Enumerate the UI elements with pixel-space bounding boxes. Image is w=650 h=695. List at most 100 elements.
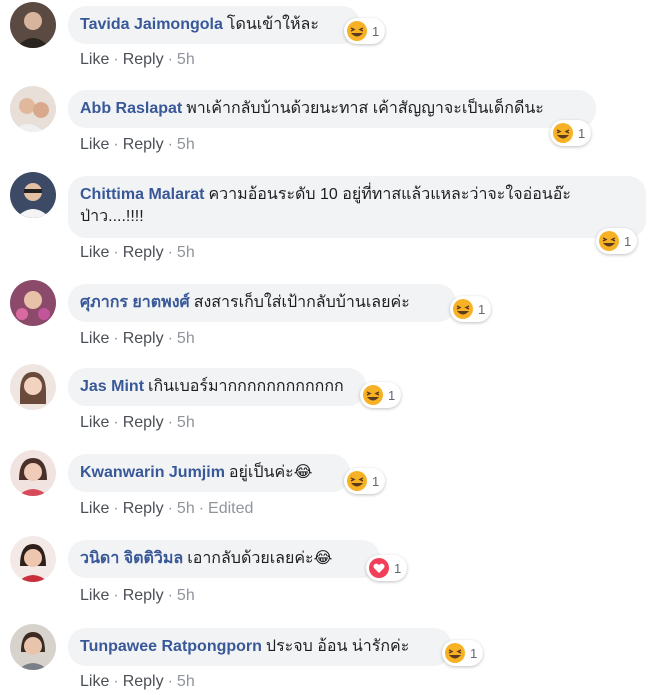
- separator-dot: ·: [167, 673, 173, 690]
- comment-text: เกินเบอร์มากกกกกกกกกกกก: [148, 378, 344, 395]
- reply-link[interactable]: Reply: [123, 500, 164, 517]
- separator-dot: ·: [113, 587, 119, 604]
- separator-dot: ·: [167, 51, 173, 68]
- reply-link[interactable]: Reply: [123, 414, 164, 431]
- comment-actions: Like · Reply · 5h: [80, 330, 195, 348]
- reaction-count: 1: [478, 301, 486, 317]
- like-link[interactable]: Like: [80, 500, 109, 517]
- comment-actions: Like · Reply · 5h: [80, 51, 195, 69]
- reaction-badge[interactable]: 1: [450, 296, 492, 322]
- avatar[interactable]: [10, 536, 56, 582]
- comment-bubble: ศุภากร ยาตพงศ์ สงสารเก็บใส่เป้ากลับบ้านเล…: [68, 284, 456, 322]
- comment-bubble: Tavida Jaimongola โดนเข้าให้ละ: [68, 6, 360, 44]
- like-link[interactable]: Like: [80, 330, 109, 347]
- haha-reaction-icon: [363, 385, 383, 405]
- comment-text: เอากลับด้วยเลยค่ะ😂: [187, 550, 333, 567]
- timestamp[interactable]: 5h: [177, 673, 195, 690]
- timestamp[interactable]: 5h: [177, 244, 195, 261]
- comment-bubble: Jas Mint เกินเบอร์มากกกกกกกกกกกก: [68, 368, 366, 406]
- reaction-count: 1: [394, 560, 402, 576]
- reaction-badge[interactable]: 1: [442, 640, 484, 666]
- avatar[interactable]: [10, 364, 56, 410]
- avatar[interactable]: [10, 172, 56, 218]
- comment-actions: Like · Reply · 5h: [80, 414, 195, 432]
- separator-dot: ·: [113, 414, 119, 431]
- separator-dot: ·: [167, 500, 173, 517]
- reply-link[interactable]: Reply: [123, 587, 164, 604]
- avatar[interactable]: [10, 280, 56, 326]
- reply-link[interactable]: Reply: [123, 330, 164, 347]
- separator-dot: ·: [113, 51, 119, 68]
- like-link[interactable]: Like: [80, 673, 109, 690]
- reaction-badge[interactable]: 1: [366, 555, 408, 581]
- comment-actions: Like · Reply · 5h: [80, 244, 195, 262]
- separator-dot: ·: [167, 414, 173, 431]
- comment-author[interactable]: Abb Raslapat: [80, 100, 182, 117]
- comment-author[interactable]: Chittima Malarat: [80, 186, 204, 203]
- like-link[interactable]: Like: [80, 51, 109, 68]
- reaction-count: 1: [372, 473, 380, 489]
- comment-author[interactable]: Jas Mint: [80, 378, 144, 395]
- comment-bubble: วนิดา จิตติวิมล เอากลับด้วยเลยค่ะ😂: [68, 540, 380, 578]
- like-link[interactable]: Like: [80, 136, 109, 153]
- reaction-badge[interactable]: 1: [360, 382, 402, 408]
- reaction-badge[interactable]: 1: [596, 228, 638, 254]
- comment-author[interactable]: ศุภากร ยาตพงศ์: [80, 294, 190, 311]
- reaction-count: 1: [578, 125, 586, 141]
- comment-bubble: Tunpawee Ratpongporn ประจบ อ้อน น่ารักค่ะ: [68, 628, 452, 666]
- reaction-badge[interactable]: 1: [550, 120, 592, 146]
- reply-link[interactable]: Reply: [123, 136, 164, 153]
- reaction-badge[interactable]: 1: [344, 468, 386, 494]
- comment-text: สงสารเก็บใส่เป้ากลับบ้านเลยค่ะ: [193, 294, 410, 311]
- reaction-badge[interactable]: 1: [344, 18, 386, 44]
- comment-text: ประจบ อ้อน น่ารักค่ะ: [265, 638, 410, 655]
- avatar[interactable]: [10, 86, 56, 132]
- separator-dot: ·: [198, 500, 205, 517]
- separator-dot: ·: [167, 136, 173, 153]
- comment-author[interactable]: วนิดา จิตติวิมล: [80, 550, 183, 567]
- avatar[interactable]: [10, 450, 56, 496]
- haha-reaction-icon: [453, 299, 473, 319]
- like-link[interactable]: Like: [80, 587, 109, 604]
- separator-dot: ·: [113, 136, 119, 153]
- timestamp[interactable]: 5h: [177, 500, 195, 517]
- comment-bubble: Kwanwarin Jumjim อยู่เป็นค่ะ😂: [68, 454, 350, 492]
- comment-author[interactable]: Tunpawee Ratpongporn: [80, 638, 262, 655]
- haha-reaction-icon: [445, 643, 465, 663]
- reply-link[interactable]: Reply: [123, 51, 164, 68]
- reply-link[interactable]: Reply: [123, 673, 164, 690]
- timestamp[interactable]: 5h: [177, 51, 195, 68]
- separator-dot: ·: [167, 244, 173, 261]
- timestamp[interactable]: 5h: [177, 414, 195, 431]
- haha-reaction-icon: [599, 231, 619, 251]
- like-link[interactable]: Like: [80, 244, 109, 261]
- timestamp[interactable]: 5h: [177, 587, 195, 604]
- haha-reaction-icon: [553, 123, 573, 143]
- like-link[interactable]: Like: [80, 414, 109, 431]
- reaction-count: 1: [470, 645, 478, 661]
- timestamp[interactable]: 5h: [177, 330, 195, 347]
- comment-text: อยู่เป็นค่ะ😂: [228, 464, 313, 481]
- comment-actions: Like · Reply · 5h: [80, 587, 195, 605]
- comment-author[interactable]: Kwanwarin Jumjim: [80, 464, 225, 481]
- comment-author[interactable]: Tavida Jaimongola: [80, 16, 223, 33]
- avatar[interactable]: [10, 624, 56, 670]
- comment-actions: Like · Reply · 5h · Edited: [80, 500, 253, 518]
- separator-dot: ·: [113, 673, 119, 690]
- reaction-count: 1: [624, 233, 632, 249]
- reply-link[interactable]: Reply: [123, 244, 164, 261]
- love-reaction-icon: [369, 558, 389, 578]
- timestamp[interactable]: 5h: [177, 136, 195, 153]
- comment-bubble: Chittima Malarat ความอ้อนระดับ 10 อยู่ที่…: [68, 176, 646, 238]
- avatar[interactable]: [10, 2, 56, 48]
- reaction-count: 1: [372, 23, 380, 39]
- reaction-count: 1: [388, 387, 396, 403]
- edited-label[interactable]: Edited: [208, 500, 253, 517]
- separator-dot: ·: [113, 500, 119, 517]
- separator-dot: ·: [113, 330, 119, 347]
- comment-text: พาเค้ากลับบ้านด้วยนะทาส เค้าสัญญาจะเป็นเ…: [186, 100, 544, 117]
- separator-dot: ·: [167, 587, 173, 604]
- haha-reaction-icon: [347, 21, 367, 41]
- comment-bubble: Abb Raslapat พาเค้ากลับบ้านด้วยนะทาส เค้า…: [68, 90, 596, 128]
- comment-actions: Like · Reply · 5h: [80, 673, 195, 691]
